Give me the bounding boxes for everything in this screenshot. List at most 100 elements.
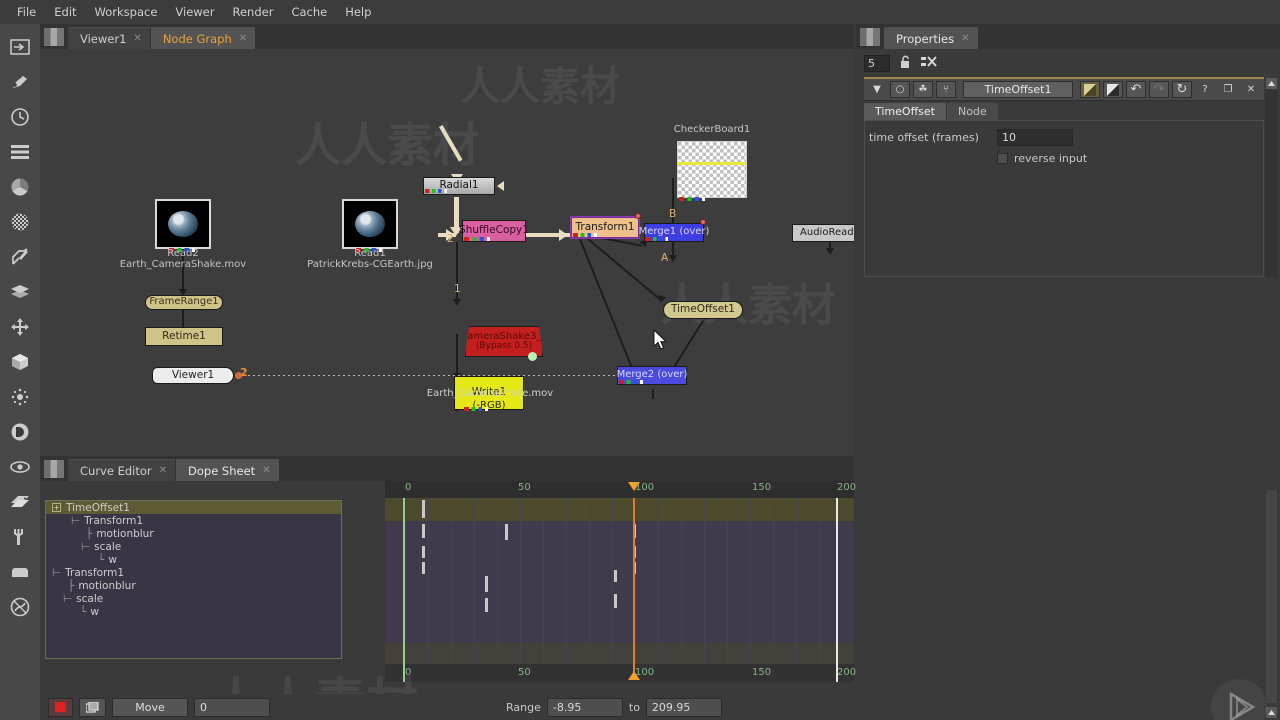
- tab-timeoffset[interactable]: TimeOffset: [864, 103, 946, 120]
- keyframe[interactable]: [614, 594, 617, 608]
- tree-item-motionblur-child[interactable]: ├ motionblur: [46, 527, 341, 540]
- keyframe[interactable]: [614, 570, 617, 582]
- tree-item-w[interactable]: └ w: [46, 605, 341, 618]
- node-read1[interactable]: Read1 PatrickKrebs-CGEarth.jpg: [307, 199, 433, 270]
- plugins-icon[interactable]: [0, 589, 40, 624]
- node-framerange1-box[interactable]: FrameRange1: [145, 295, 223, 310]
- tree-item-transform1-child[interactable]: ⊢ Transform1: [46, 514, 341, 527]
- time-icon[interactable]: [0, 99, 40, 134]
- dope-sheet-tree[interactable]: + TimeOffset1 ⊢ Transform1 ├ motionblur …: [45, 500, 342, 659]
- close-icon[interactable]: ✕: [262, 465, 270, 476]
- tab-viewer1[interactable]: Viewer1 ✕: [68, 27, 150, 49]
- color-swatch-icon[interactable]: ○: [890, 81, 910, 98]
- collapse-arrow-icon[interactable]: ▼: [867, 81, 887, 98]
- 3d-icon[interactable]: [0, 344, 40, 379]
- tab-node-graph[interactable]: Node Graph ✕: [150, 27, 256, 49]
- node-timeoffset1[interactable]: TimeOffset1: [663, 301, 743, 319]
- particles-icon[interactable]: [0, 379, 40, 414]
- copy-icon[interactable]: [79, 697, 106, 717]
- scroll-up-icon[interactable]: [1265, 77, 1278, 90]
- node-audioread1[interactable]: AudioRead1: [792, 224, 854, 242]
- node-write1[interactable]: Write1 Earth_CameraShake.mov (-RGB): [420, 376, 553, 411]
- node-merge1[interactable]: Merge1 (over): [639, 219, 709, 242]
- gamma-toggle-icon[interactable]: [1080, 81, 1100, 98]
- transform-icon[interactable]: [0, 309, 40, 344]
- playhead-marker-top-icon[interactable]: [628, 482, 640, 491]
- node-radial1[interactable]: Radial1: [423, 177, 504, 195]
- keyframe[interactable]: [422, 500, 425, 518]
- menu-item-help[interactable]: Help: [336, 3, 380, 21]
- dope-sheet-grid[interactable]: 0 50 100 150 200 0 50 100 150 200: [385, 481, 856, 682]
- wrench-icon[interactable]: ⑂: [936, 81, 956, 98]
- move-amount-input[interactable]: 0: [194, 697, 270, 717]
- tab-curve-editor[interactable]: Curve Editor ✕: [68, 459, 176, 481]
- other-icon[interactable]: [0, 554, 40, 589]
- metadata-icon[interactable]: [0, 484, 40, 519]
- playhead-marker-bottom-icon[interactable]: [628, 671, 640, 680]
- time-offset-input[interactable]: 10: [997, 129, 1073, 146]
- panel-grip-icon[interactable]: [44, 28, 64, 46]
- mask-icon[interactable]: ☘: [913, 81, 933, 98]
- tree-expander-icon[interactable]: +: [52, 503, 61, 512]
- tab-node[interactable]: Node: [946, 103, 998, 120]
- node-audioread1-box[interactable]: AudioRead1: [792, 224, 854, 242]
- reverse-input-checkbox[interactable]: [997, 153, 1008, 164]
- tree-item-transform1[interactable]: ⊢ Transform1: [46, 566, 341, 579]
- tree-item-scale[interactable]: ⊢ scale: [46, 592, 341, 605]
- help-icon[interactable]: ?: [1195, 81, 1215, 98]
- menu-item-workspace[interactable]: Workspace: [86, 3, 167, 21]
- close-icon[interactable]: ✕: [133, 33, 141, 44]
- keyframe[interactable]: [422, 546, 425, 558]
- range-start-input[interactable]: -8.95: [546, 697, 623, 717]
- clear-all-icon[interactable]: [921, 55, 938, 72]
- toolsets-icon[interactable]: [0, 519, 40, 554]
- node-checkerboard1[interactable]: CheckerBoard1: [674, 124, 750, 201]
- tree-item-motionblur[interactable]: ├ motionblur: [46, 579, 341, 592]
- close-icon[interactable]: ✕: [961, 33, 969, 44]
- tab-properties[interactable]: Properties ✕: [884, 27, 978, 49]
- undo-icon[interactable]: ↶: [1126, 81, 1146, 98]
- menu-item-file[interactable]: File: [8, 3, 45, 21]
- tree-item-w-child[interactable]: └ w: [46, 553, 341, 566]
- node-merge2[interactable]: Merge2 (over): [617, 366, 687, 385]
- tab-dope-sheet[interactable]: Dope Sheet ✕: [176, 459, 279, 481]
- dope-sheet-ruler-bottom[interactable]: 0 50 100 150 200: [385, 660, 856, 682]
- tree-item-scale-child[interactable]: ⊢ scale: [46, 540, 341, 553]
- panel-grip-icon[interactable]: [44, 460, 64, 478]
- play-button-overlay-icon[interactable]: [1211, 679, 1267, 720]
- keyframe[interactable]: [422, 562, 425, 574]
- channel-icon[interactable]: [0, 134, 40, 169]
- node-merge1-mask-port[interactable]: [700, 219, 706, 225]
- node-framerange1[interactable]: FrameRange1: [145, 295, 223, 310]
- dope-sheet-ruler-top[interactable]: 0 50 100 150 200: [385, 481, 856, 498]
- node-radial1-mask-input-icon[interactable]: [497, 181, 504, 191]
- panel-grip-icon[interactable]: [860, 28, 880, 46]
- merge-icon[interactable]: [0, 274, 40, 309]
- move-mode-button[interactable]: Move: [112, 697, 188, 717]
- menu-item-edit[interactable]: Edit: [45, 3, 85, 21]
- close-icon[interactable]: ✕: [159, 465, 167, 476]
- record-icon[interactable]: [48, 697, 73, 717]
- filter-icon[interactable]: [0, 204, 40, 239]
- node-camerashake3-1[interactable]: CameraShake3_1 (Bypass 0.5): [465, 326, 543, 361]
- keyframe[interactable]: [485, 576, 488, 592]
- dope-sheet-keyframe-area[interactable]: [385, 498, 854, 664]
- keyframe[interactable]: [422, 524, 425, 538]
- node-disable-dot-icon[interactable]: [528, 352, 537, 361]
- node-transform1-output-port[interactable]: [635, 213, 641, 219]
- deep-icon[interactable]: [0, 414, 40, 449]
- keyframe[interactable]: [505, 524, 508, 540]
- float-icon[interactable]: ❐: [1218, 81, 1238, 98]
- properties-scrollbar[interactable]: [1265, 77, 1278, 277]
- range-end-input[interactable]: 209.95: [645, 697, 722, 717]
- node-transform1[interactable]: Transform1: [571, 213, 641, 238]
- scrollbar-track[interactable]: [1265, 489, 1278, 704]
- playhead-line[interactable]: [633, 498, 635, 664]
- menu-item-viewer[interactable]: Viewer: [166, 3, 223, 21]
- image-icon[interactable]: [0, 29, 40, 64]
- node-retime1[interactable]: Retime1: [145, 327, 223, 346]
- node-viewer1-box[interactable]: Viewer1: [152, 367, 234, 384]
- node-retime1-box[interactable]: Retime1: [145, 327, 223, 346]
- views-icon[interactable]: [0, 449, 40, 484]
- node-graph-canvas[interactable]: 人人素材 人人素材 人人素材 B 1 A 2 Read2 Earth_Camer…: [40, 49, 854, 456]
